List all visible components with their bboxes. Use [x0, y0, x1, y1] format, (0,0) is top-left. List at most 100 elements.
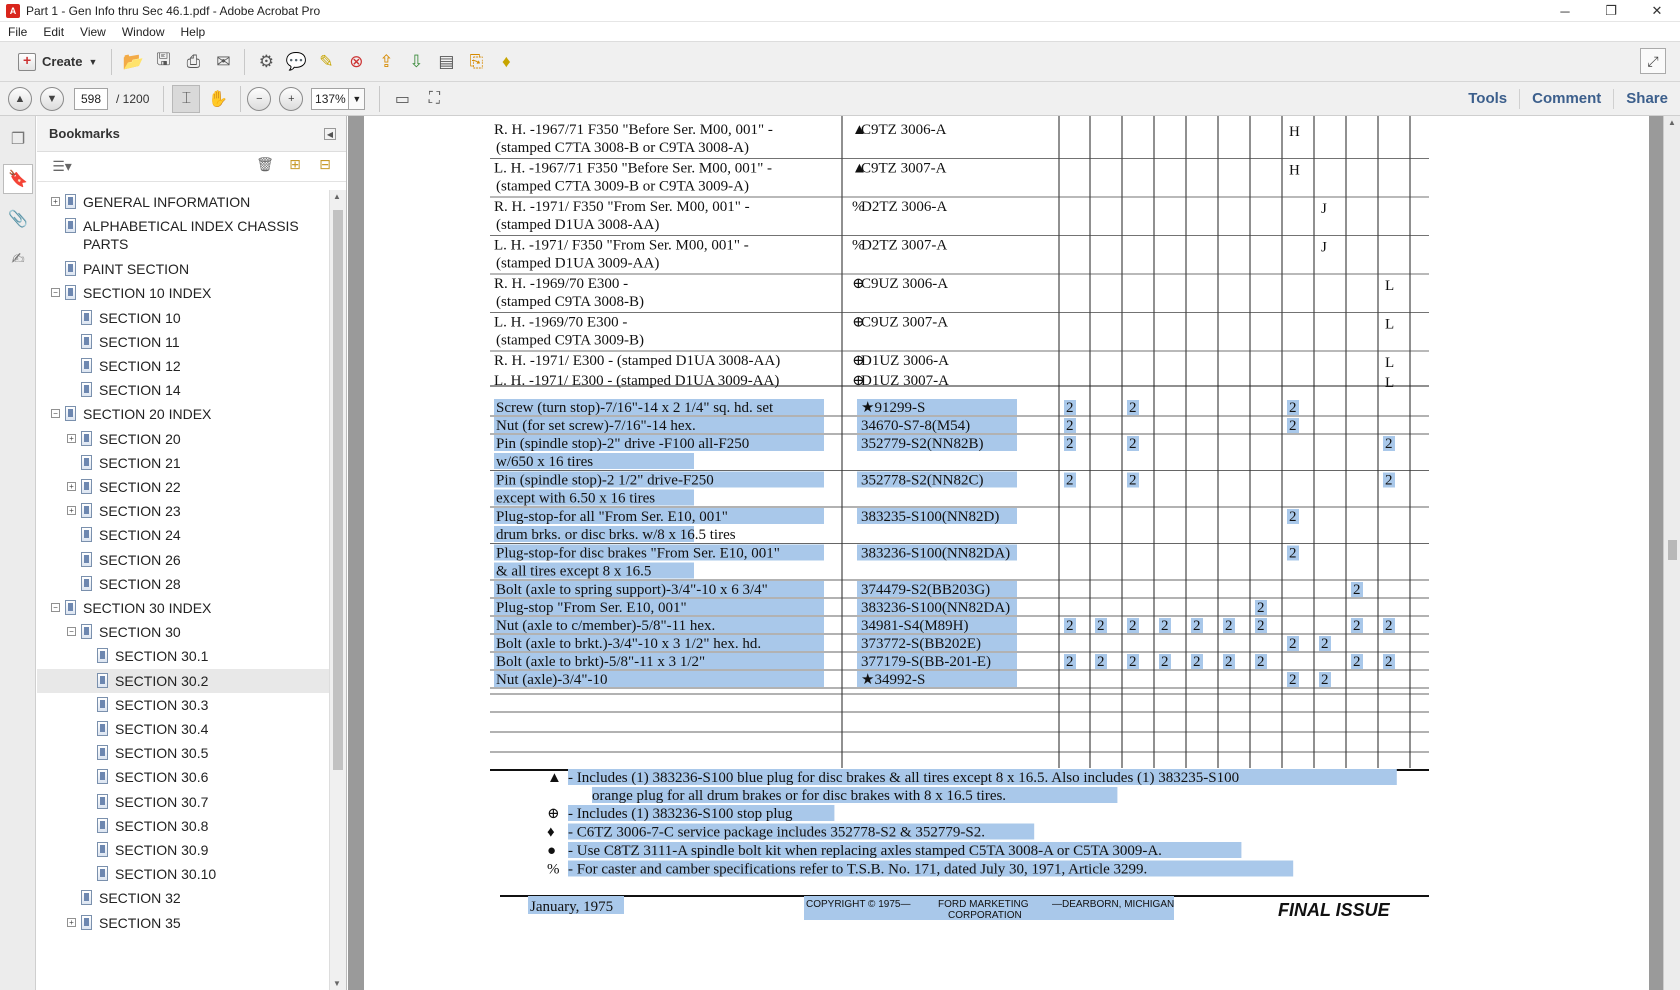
bookmark-item[interactable]: SECTION 30.6	[37, 765, 329, 789]
collapse-icon[interactable]: −	[51, 409, 60, 419]
bookmark-item[interactable]: SECTION 30.1	[37, 644, 329, 668]
menu-window[interactable]: Window	[114, 25, 173, 39]
collapse-icon[interactable]: −	[51, 288, 60, 298]
expand-icon[interactable]: +	[67, 506, 76, 516]
footnote-text: - For caster and camber specifications r…	[568, 862, 1147, 878]
bookmark-item[interactable]: − SECTION 30 INDEX	[37, 596, 329, 620]
bookmark-item[interactable]: PAINT SECTION	[37, 257, 329, 281]
scrollbar-thumb[interactable]	[1668, 540, 1677, 560]
scrollbar-thumb[interactable]	[333, 210, 343, 770]
bookmark-item[interactable]: − SECTION 10 INDEX	[37, 281, 329, 305]
quantity-mark: 2	[1066, 436, 1074, 452]
bookmark-item[interactable]: + SECTION 23	[37, 499, 329, 523]
delete-bookmark-icon[interactable]: 🗑	[250, 156, 280, 173]
quantity-mark: 2	[1097, 654, 1105, 670]
bookmark-item[interactable]: SECTION 21	[37, 451, 329, 475]
scroll-up-icon[interactable]: ▲	[1668, 118, 1676, 127]
full-screen-icon[interactable]: ⛶	[420, 85, 448, 113]
zoom-in-icon[interactable]: +	[279, 86, 304, 111]
next-page-icon[interactable]: ▼	[40, 86, 64, 111]
save-icon[interactable]: 🖫	[148, 47, 178, 77]
bookmarks-scrollbar[interactable]: ▲ ▼	[329, 190, 346, 990]
new-bookmark-from-structure-icon[interactable]: ⊟	[310, 156, 340, 173]
collapse-icon[interactable]: −	[51, 603, 60, 612]
highlight-icon[interactable]: ✎	[311, 47, 341, 77]
page-number-input[interactable]: 598	[74, 87, 108, 110]
collapse-icon[interactable]: −	[67, 627, 76, 637]
bookmark-item[interactable]: SECTION 30.3	[37, 693, 329, 717]
menu-file[interactable]: File	[0, 25, 35, 39]
zoom-input[interactable]: 137%	[311, 87, 350, 110]
bookmark-item[interactable]: SECTION 30.4	[37, 717, 329, 741]
zoom-out-icon[interactable]: −	[247, 86, 272, 111]
bookmark-icon	[81, 575, 92, 591]
hand-tool-icon[interactable]: ✋	[204, 85, 232, 113]
bookmark-item[interactable]: SECTION 10	[37, 306, 329, 330]
minimize-button[interactable]: ─	[1542, 0, 1588, 22]
bookmarks-icon[interactable]: 🔖	[3, 164, 33, 194]
bookmark-item[interactable]: SECTION 30.7	[37, 790, 329, 814]
expand-icon[interactable]: +	[67, 433, 76, 443]
bookmark-item[interactable]: SECTION 11	[37, 330, 329, 354]
expand-icon[interactable]: +	[67, 482, 76, 491]
bookmark-item[interactable]: SECTION 24	[37, 523, 329, 547]
delete-page-icon[interactable]: ⊗	[341, 47, 371, 77]
menu-edit[interactable]: Edit	[35, 25, 72, 39]
comment-link[interactable]: Comment	[1519, 89, 1613, 109]
part-description-continued: w/650 x 16 tires	[496, 454, 593, 470]
signatures-icon[interactable]: ✍	[3, 244, 33, 274]
settings-gear-icon[interactable]: ⚙	[251, 47, 281, 77]
zoom-dropdown-icon[interactable]: ▼	[349, 87, 366, 110]
document-view[interactable]: (stamped D2TA 3009-BB)R. H. -1967/71 F35…	[348, 116, 1680, 990]
menu-view[interactable]: View	[72, 25, 114, 39]
menu-help[interactable]: Help	[173, 25, 214, 39]
action-wizard-icon[interactable]: ♦	[491, 47, 521, 77]
bookmark-item[interactable]: SECTION 30.8	[37, 814, 329, 838]
previous-page-icon[interactable]: ▲	[8, 86, 32, 111]
share-link[interactable]: Share	[1613, 89, 1680, 109]
bookmark-item[interactable]: + SECTION 35	[37, 911, 329, 935]
expand-icon[interactable]: +	[67, 917, 76, 927]
collapse-panel-icon[interactable]: ◀	[324, 128, 336, 140]
bookmark-item[interactable]: SECTION 30.5	[37, 741, 329, 765]
options-menu-icon[interactable]: ☰▾	[47, 158, 77, 175]
open-folder-icon[interactable]: 📂	[118, 47, 148, 77]
page-thumbnails-icon[interactable]: ❐	[3, 124, 33, 154]
bookmark-item[interactable]: ALPHABETICAL INDEX CHASSIS PARTS	[37, 214, 329, 256]
comment-bubble-icon[interactable]: 💬	[281, 47, 311, 77]
combine-files-icon[interactable]: ▤	[431, 47, 461, 77]
import-icon[interactable]: ⇩	[401, 47, 431, 77]
bookmark-item[interactable]: SECTION 26	[37, 548, 329, 572]
print-icon[interactable]: ⎙	[178, 47, 208, 77]
bookmark-item[interactable]: SECTION 30.9	[37, 838, 329, 862]
export-icon[interactable]: ⇪	[371, 47, 401, 77]
create-button[interactable]: Create ▼	[10, 48, 105, 76]
attachments-icon[interactable]: 📎	[3, 204, 33, 234]
bookmark-item[interactable]: SECTION 14	[37, 378, 329, 402]
select-tool-icon[interactable]: ⌶	[172, 84, 201, 113]
bookmark-item[interactable]: SECTION 30.2	[37, 668, 329, 693]
bookmark-item[interactable]: − SECTION 30	[37, 620, 329, 644]
document-scrollbar[interactable]: ▲	[1663, 116, 1680, 990]
bookmark-item[interactable]: + SECTION 20	[37, 427, 329, 451]
expand-icon[interactable]: +	[51, 197, 60, 206]
bookmark-item[interactable]: − SECTION 20 INDEX	[37, 402, 329, 426]
restore-button[interactable]: ❐	[1588, 0, 1634, 22]
scroll-up-icon[interactable]: ▲	[333, 192, 341, 201]
bookmark-item[interactable]: + GENERAL INFORMATION	[37, 190, 329, 214]
new-bookmark-icon[interactable]: ⊞	[280, 156, 310, 173]
bookmark-item[interactable]: SECTION 28	[37, 572, 329, 596]
quantity-mark: 2	[1225, 654, 1233, 670]
bookmark-item[interactable]: + SECTION 22	[37, 475, 329, 499]
email-icon[interactable]: ✉	[208, 47, 238, 77]
bookmark-item[interactable]: SECTION 32	[37, 886, 329, 910]
tools-link[interactable]: Tools	[1456, 89, 1519, 109]
expand-icon[interactable]: ⤢	[1640, 48, 1666, 74]
fit-page-icon[interactable]: ▭	[388, 85, 416, 113]
bookmark-item[interactable]: SECTION 12	[37, 354, 329, 378]
close-button[interactable]: ✕	[1634, 0, 1680, 22]
bookmark-item[interactable]: SECTION 30.10	[37, 862, 329, 886]
share-file-icon[interactable]: ⎘	[461, 47, 491, 77]
chevron-down-icon: ▼	[88, 56, 98, 67]
scroll-down-icon[interactable]: ▼	[333, 979, 341, 988]
